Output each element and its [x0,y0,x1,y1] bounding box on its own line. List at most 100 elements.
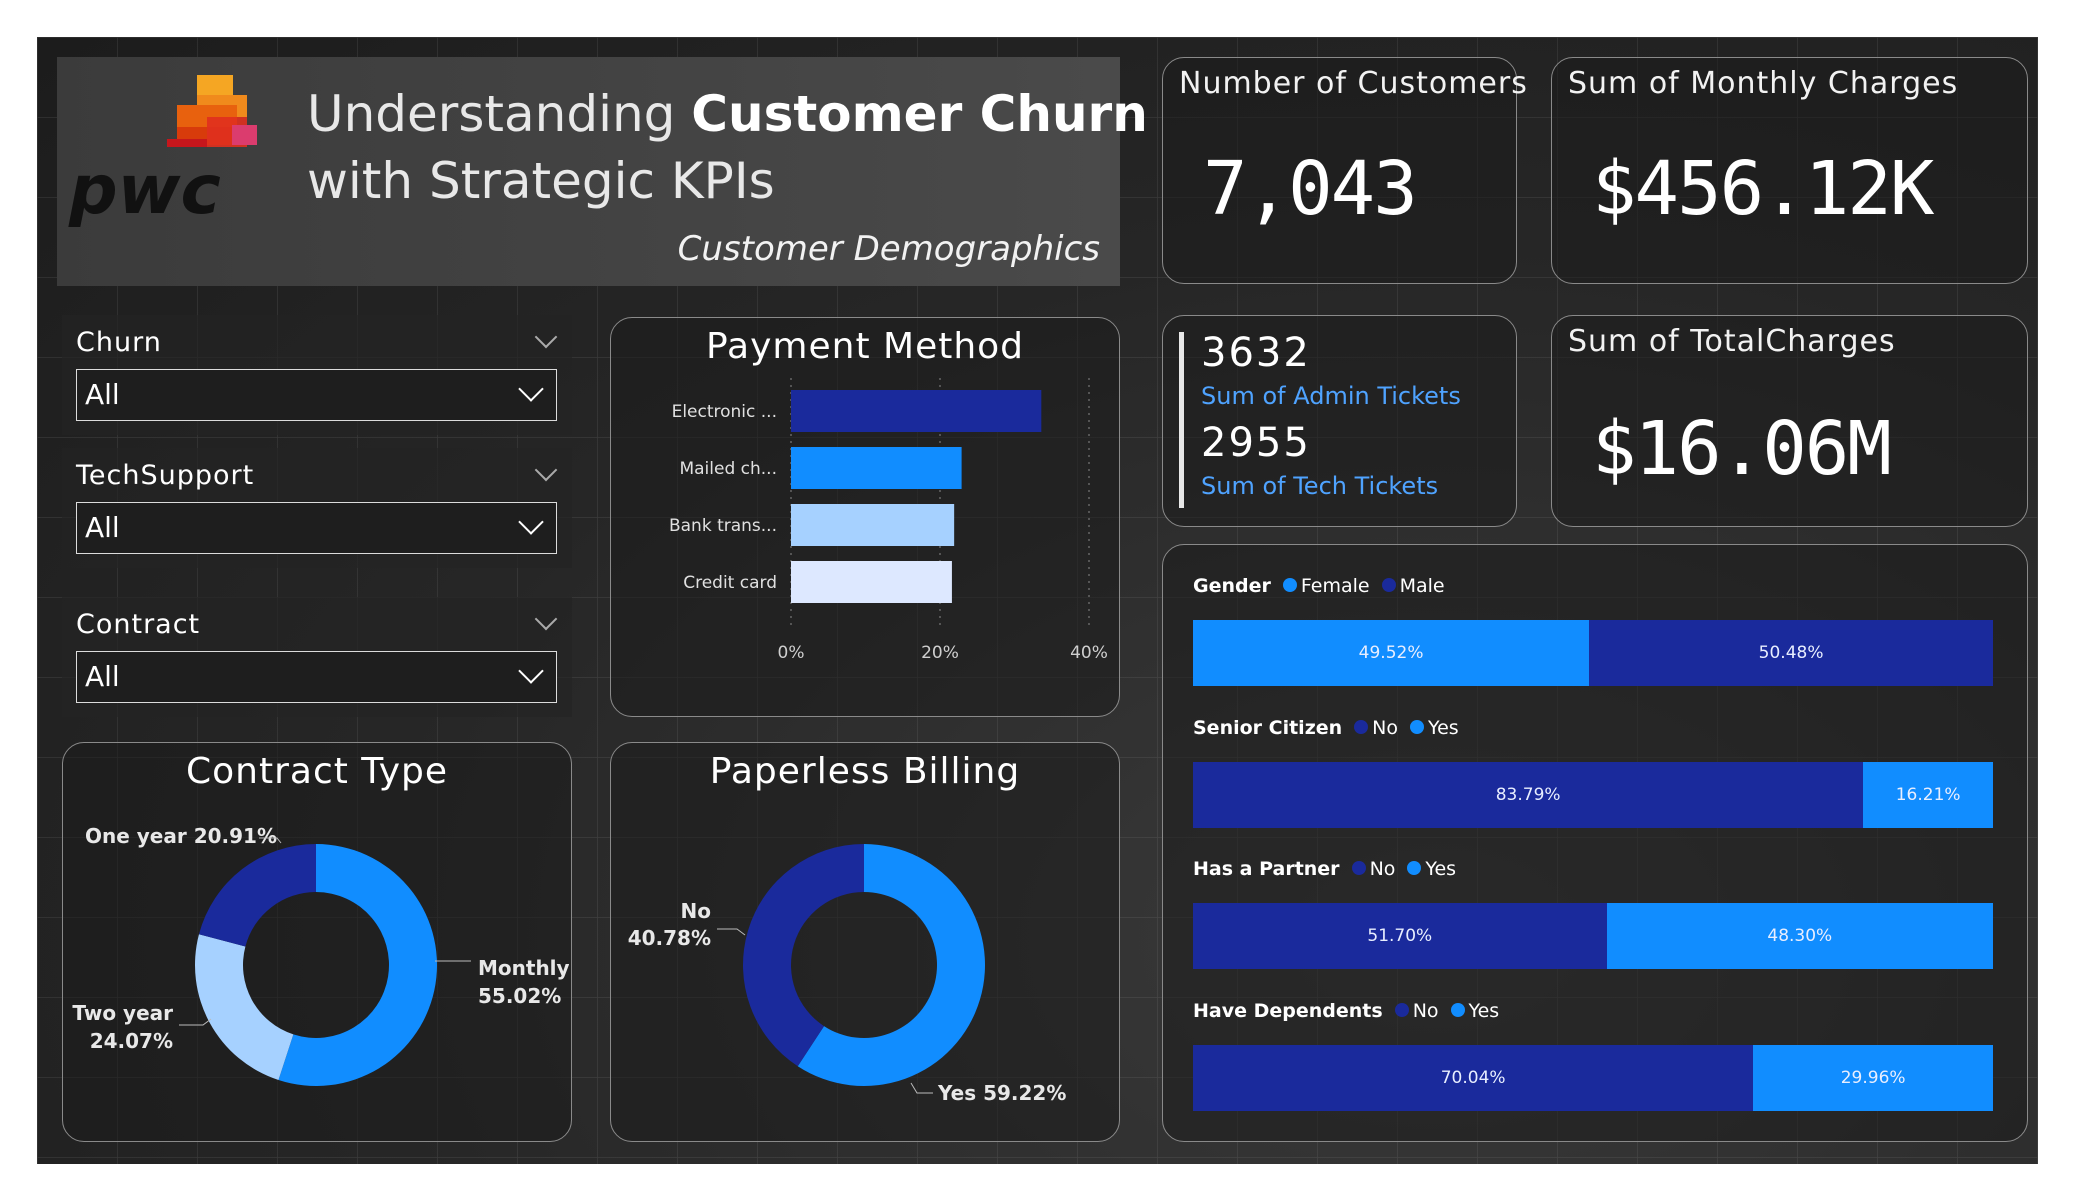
legend-dot-icon [1351,860,1366,875]
dashboard-canvas: pwc Understanding Customer Churn with St… [37,37,2038,1164]
demographic-legend: Has a Partner No Yes [1193,858,1456,880]
page-title: Understanding Customer Churn [307,85,1148,143]
slicer-techsupport-label: TechSupport [76,460,255,491]
chevron-down-icon[interactable] [534,325,558,349]
title-light: Understanding [307,85,692,143]
payment-method-panel: Payment Method 0% 20% 40% Electronic ... Mai… [610,317,1120,717]
kpi-total-label: Sum of TotalCharges [1568,324,1896,359]
stacked-bar: 83.79% 16.21% [1193,762,1993,828]
kpi-customers-value: 7,043 [1203,146,1418,232]
legend-dot-icon [1407,860,1422,875]
slicer-churn[interactable]: Churn All [62,315,572,435]
legend-dot-icon [1450,1002,1465,1017]
x-tick-label: 0% [778,643,805,663]
stacked-bar-segment[interactable]: 16.21% [1863,762,1993,828]
legend-item[interactable]: Yes [1410,717,1459,739]
churn-dropdown[interactable]: All [76,369,557,421]
title-banner: pwc Understanding Customer Churn with St… [57,57,1148,286]
title-bold: Customer Churn [691,85,1148,143]
contract-type-chart: Monthly 55.02% Two year 24.07% One year 20.9… [72,824,569,1086]
slicer-contract-label: Contract [76,609,201,640]
legend-item[interactable]: No [1354,717,1398,739]
admin-tickets-value: 3632 [1201,330,1311,376]
kpi-monthly-label: Sum of Monthly Charges [1568,66,1959,101]
stacked-bar-segment[interactable]: 49.52% [1193,620,1590,686]
slicer-contract[interactable]: Contract All [62,597,572,717]
techsupport-dropdown[interactable]: All [76,502,557,554]
legend-item[interactable]: Yes [1450,1000,1499,1022]
legend-dot-icon [1410,719,1425,734]
demographic-title: Senior Citizen [1193,717,1343,739]
x-tick-label: 40% [1070,643,1108,663]
stacked-bar: 51.70% 48.30% [1193,903,1993,969]
page-title-line2: with Strategic KPIs [307,152,775,210]
leader-line [910,1082,933,1094]
stacked-bar: 49.52% 50.48% [1193,620,1993,686]
contract-dropdown[interactable]: All [76,651,557,703]
churn-dropdown-value: All [85,378,120,411]
legend-item[interactable]: Yes [1407,858,1456,880]
stacked-bar-segment[interactable]: 50.48% [1589,620,1993,686]
slice-value: 55.02% [478,984,561,1008]
contract-type-panel: Contract Type Monthly 55.02% Two year 24.07… [62,742,572,1142]
category-label: Mailed ch... [679,459,777,479]
pwc-logo: pwc [68,75,257,230]
slicer-techsupport[interactable]: TechSupport All [62,448,572,568]
slice-label: No [681,899,711,923]
stacked-bar: 70.04% 29.96% [1193,1045,1993,1111]
chevron-down-icon[interactable] [534,458,558,482]
payment-bar[interactable] [791,504,955,546]
x-tick-label: 20% [921,643,959,663]
legend-item[interactable]: No [1394,1000,1439,1022]
demographic-title: Has a Partner [1193,858,1340,880]
legend-dot-icon [1394,1002,1409,1017]
demographic-title: Have Dependents [1193,1000,1383,1022]
pwc-logo-text: pwc [68,151,221,230]
leader-line [179,1018,212,1026]
accent-bar [1179,332,1184,508]
category-label: Electronic ... [672,402,777,422]
stacked-bar-segment[interactable]: 83.79% [1193,762,1864,828]
kpi-total-value: $16.06M [1592,406,1892,492]
legend-item[interactable]: Female [1282,575,1370,597]
demographic-legend: Senior Citizen No Yes [1193,717,1459,739]
stacked-bar-segment[interactable]: 51.70% [1193,903,1607,969]
kpi-customers-label: Number of Customers [1179,66,1528,101]
stacked-bar-segment[interactable]: 48.30% [1606,903,1993,969]
slicer-churn-label: Churn [76,327,162,358]
demographic-legend: Gender Female Male [1193,575,1445,597]
legend-dot-icon [1354,719,1369,734]
stacked-bar-segment[interactable]: 70.04% [1193,1045,1754,1111]
donut-slice[interactable] [743,844,864,1067]
category-label: Bank trans... [669,516,777,536]
chevron-down-icon[interactable] [534,607,558,631]
kpi-customers-card: Number of Customers 7,043 [1162,57,1527,284]
techsupport-dropdown-value: All [85,511,120,544]
kpi-monthly-card: Sum of Monthly Charges $456.12K [1551,57,2028,284]
slice-label: Yes 59.22% [937,1081,1066,1105]
demographics-panel: Gender Female Male 49.52% 50.48% Senior Citiz… [1162,544,2028,1142]
stacked-bar-segment[interactable]: 29.96% [1753,1045,1993,1111]
kpi-monthly-value: $456.12K [1592,146,1934,232]
legend-dot-icon [1381,577,1396,592]
legend-item[interactable]: Male [1381,575,1445,597]
payment-bar[interactable] [791,561,952,603]
slice-label: One year 20.91% [85,824,277,848]
page-subtitle: Customer Demographics [677,229,1100,269]
payment-bar[interactable] [791,390,1042,432]
chevron-down-icon [518,509,544,535]
tech-tickets-label: Sum of Tech Tickets [1201,472,1439,500]
payment-bar[interactable] [791,447,962,489]
payment-method-chart: 0% 20% 40% Electronic ... Mailed ch... Bank t… [669,378,1108,663]
admin-tickets-label: Sum of Admin Tickets [1201,382,1461,410]
kpi-tickets-card: 3632 Sum of Admin Tickets 2955 Sum of Te… [1162,315,1517,527]
donut-slice[interactable] [194,934,294,1081]
paperless-billing-panel: Paperless Billing Yes 59.22% No 40.78% [610,742,1120,1142]
donut-slice[interactable] [198,844,316,947]
contract-dropdown-value: All [85,660,120,693]
slice-label: Two year [72,1001,173,1025]
leader-line [717,928,746,936]
legend-item[interactable]: No [1351,858,1395,880]
chevron-down-icon [518,658,544,684]
kpi-total-card: Sum of TotalCharges $16.06M [1551,315,2028,527]
